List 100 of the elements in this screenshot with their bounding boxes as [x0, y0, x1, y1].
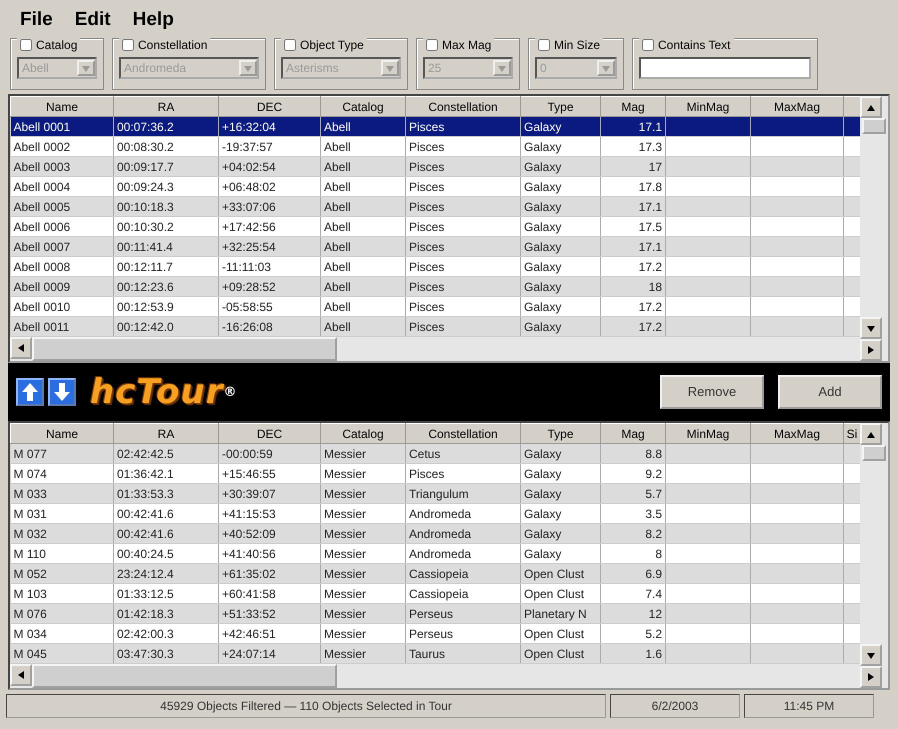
column-header[interactable]: Constellation: [406, 96, 520, 116]
table-row[interactable]: M 033 01:33:53.3 +30:39:07 Messier Triangulum Galaxy 5.7: [10, 484, 860, 504]
table-cell: -19:37:57: [218, 136, 320, 156]
table-cell: 18: [600, 276, 666, 296]
scroll-right-button[interactable]: [860, 666, 882, 688]
table-cell: Galaxy: [520, 524, 600, 544]
scrollbar-thumb[interactable]: [862, 445, 886, 461]
table-row[interactable]: M 052 23:24:12.4 +61:35:02 Messier Cassiopeia Open Clust 6.9: [10, 564, 860, 584]
table-row[interactable]: M 032 00:42:41.6 +40:52:09 Messier Andromeda Galaxy 8.2: [10, 524, 860, 544]
column-header[interactable]: RA: [114, 424, 218, 444]
table-row[interactable]: M 103 01:33:12.5 +60:41:58 Messier Cassiopeia Open Clust 7.4: [10, 584, 860, 604]
table-cell: +24:07:14: [218, 644, 320, 664]
table-cell: Messier: [320, 504, 406, 524]
table-cell: Pisces: [406, 156, 520, 176]
menu-item[interactable]: Help: [132, 6, 174, 34]
table-cell: 00:09:17.7: [114, 156, 218, 176]
column-header[interactable]: Type: [520, 424, 600, 444]
caret-icon: [497, 63, 507, 73]
table-row[interactable]: M 076 01:42:18.3 +51:33:52 Messier Perseus Planetary N 12: [10, 604, 860, 624]
caret-icon: [81, 63, 91, 73]
table-cell: Abell: [320, 276, 406, 296]
table-cell: 00:10:18.3: [114, 196, 218, 216]
table-cell: 01:33:12.5: [114, 584, 218, 604]
table-cell: 12: [600, 604, 666, 624]
table-cell: Abell 0003: [10, 156, 114, 176]
table-row[interactable]: M 110 00:40:24.5 +41:40:56 Messier Andromeda Galaxy 8: [10, 544, 860, 564]
table-row[interactable]: Abell 0001 00:07:36.2 +16:32:04 Abell Pisces Galaxy 17.1: [10, 116, 860, 136]
scroll-left-button[interactable]: [10, 664, 32, 686]
checkbox[interactable]: [642, 39, 654, 51]
column-header[interactable]: RA: [114, 96, 218, 116]
table-cell: Cassiopeia: [406, 564, 520, 584]
table-cell: Open Clust: [520, 584, 600, 604]
table-row[interactable]: Abell 0008 00:12:11.7 -11:11:03 Abell Pisces Galaxy 17.2: [10, 256, 860, 276]
table-cell: Abell: [320, 156, 406, 176]
table-cell: M 052: [10, 564, 114, 584]
scroll-up-button[interactable]: [860, 96, 882, 118]
table-cell: Messier: [320, 604, 406, 624]
table-cell: M 031: [10, 504, 114, 524]
column-header[interactable]: Catalog: [320, 424, 406, 444]
table-row[interactable]: Abell 0002 00:08:30.2 -19:37:57 Abell Pisces Galaxy 17.3: [10, 136, 860, 156]
column-header[interactable]: MaxMag: [750, 96, 844, 116]
menu-item[interactable]: Edit: [74, 6, 111, 34]
table-cell: 5.2: [600, 624, 666, 644]
table-row[interactable]: M 031 00:42:41.6 +41:15:53 Messier Andromeda Galaxy 3.5: [10, 504, 860, 524]
column-header[interactable]: Name: [10, 424, 114, 444]
table-row[interactable]: Abell 0006 00:10:30.2 +17:42:56 Abell Pisces Galaxy 17.5: [10, 216, 860, 236]
table-cell: Taurus: [406, 644, 520, 664]
column-header[interactable]: DEC: [218, 424, 320, 444]
table-row[interactable]: Abell 0011 00:12:42.0 -16:26:08 Abell Pisces Galaxy 17.2: [10, 316, 860, 336]
move-up-button[interactable]: [16, 378, 44, 406]
table-cell: +17:42:56: [218, 216, 320, 236]
menu-item[interactable]: File: [20, 6, 53, 34]
table-cell: 00:42:41.6: [114, 504, 218, 524]
column-header[interactable]: MaxMag: [750, 424, 844, 444]
table-cell: Andromeda: [406, 504, 520, 524]
table-cell: -05:58:55: [218, 296, 320, 316]
scroll-down-button[interactable]: [860, 644, 882, 666]
column-header[interactable]: Catalog: [320, 96, 406, 116]
column-header[interactable]: Type: [520, 96, 600, 116]
table-row[interactable]: Abell 0003 00:09:17.7 +04:02:54 Abell Pisces Galaxy 17: [10, 156, 860, 176]
table-cell: M 076: [10, 604, 114, 624]
table-row[interactable]: Abell 0009 00:12:23.6 +09:28:52 Abell Pisces Galaxy 18: [10, 276, 860, 296]
table-cell: Cassiopeia: [406, 584, 520, 604]
column-header[interactable]: MinMag: [666, 424, 750, 444]
scroll-down-button[interactable]: [860, 317, 882, 339]
toolbar-button[interactable]: Add: [778, 375, 882, 409]
column-header[interactable]: Mag: [600, 424, 666, 444]
text-field[interactable]: [639, 57, 811, 79]
table-cell: Open Clust: [520, 564, 600, 584]
table-row[interactable]: Abell 0004 00:09:24.3 +06:48:02 Abell Pisces Galaxy 17.8: [10, 176, 860, 196]
scroll-left-button[interactable]: [10, 337, 32, 359]
toolbar-button[interactable]: Remove: [660, 375, 764, 409]
table-cell: Pisces: [406, 176, 520, 196]
column-header[interactable]: Si: [844, 424, 860, 444]
table-cell: Galaxy: [520, 136, 600, 156]
table-row[interactable]: M 034 02:42:00.3 +42:46:51 Messier Perseus Open Clust 5.2: [10, 624, 860, 644]
move-down-button[interactable]: [48, 378, 76, 406]
table-row[interactable]: M 045 03:47:30.3 +24:07:14 Messier Taurus Open Clust 1.6: [10, 644, 860, 664]
table-cell: -16:26:08: [218, 316, 320, 336]
column-header[interactable]: MinMag: [666, 96, 750, 116]
table-cell: 9.2: [600, 464, 666, 484]
table-cell: Messier: [320, 584, 406, 604]
table-cell: 1.6: [600, 644, 666, 664]
column-header[interactable]: Name: [10, 96, 114, 116]
table-cell: M 074: [10, 464, 114, 484]
scrollbar-thumb[interactable]: [32, 664, 337, 688]
scrollbar-thumb[interactable]: [32, 337, 337, 361]
scrollbar-thumb[interactable]: [862, 118, 886, 134]
scroll-right-button[interactable]: [860, 339, 882, 361]
column-header[interactable]: Constellation: [406, 424, 520, 444]
column-header[interactable]: Mag: [600, 96, 666, 116]
table-cell: 17.2: [600, 296, 666, 316]
table-cell: Abell 0008: [10, 256, 114, 276]
table-row[interactable]: M 077 02:42:42.5 -00:00:59 Messier Cetus Galaxy 8.8: [10, 444, 860, 464]
table-row[interactable]: Abell 0010 00:12:53.9 -05:58:55 Abell Pisces Galaxy 17.2: [10, 296, 860, 316]
table-row[interactable]: Abell 0005 00:10:18.3 +33:07:06 Abell Pisces Galaxy 17.1: [10, 196, 860, 216]
table-row[interactable]: M 074 01:36:42.1 +15:46:55 Messier Pisces Galaxy 9.2: [10, 464, 860, 484]
column-header[interactable]: DEC: [218, 96, 320, 116]
table-row[interactable]: Abell 0007 00:11:41.4 +32:25:54 Abell Pisces Galaxy 17.1: [10, 236, 860, 256]
scroll-up-button[interactable]: [860, 423, 882, 445]
